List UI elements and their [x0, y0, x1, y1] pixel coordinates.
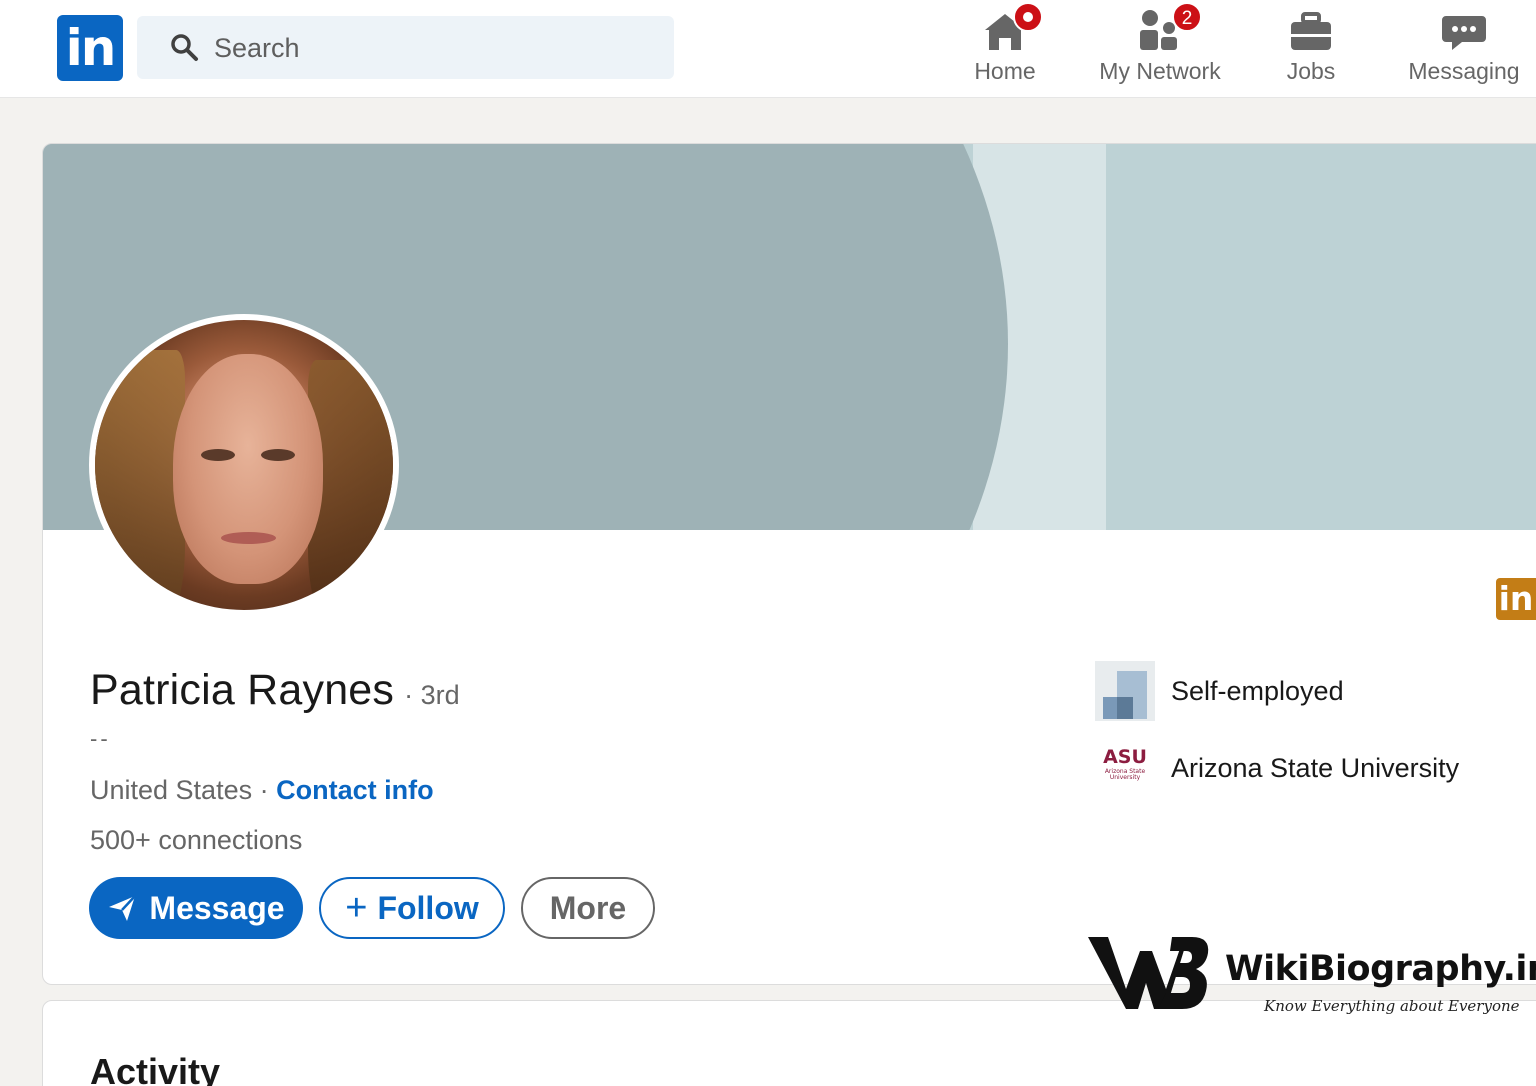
briefcase-icon: [1287, 8, 1335, 54]
contact-info-link[interactable]: Contact info: [276, 775, 433, 805]
profile-location: United States ·: [90, 775, 269, 805]
search-icon: [171, 34, 198, 61]
asu-logo-text: ASU: [1103, 746, 1147, 768]
follow-button[interactable]: + Follow: [319, 877, 505, 939]
profile-photo[interactable]: [89, 314, 399, 616]
company-name: Self-employed: [1171, 675, 1344, 706]
nav-messaging-label: Messaging: [1408, 58, 1520, 84]
nav-jobs-label: Jobs: [1286, 58, 1336, 84]
company-logo: [1095, 661, 1155, 721]
message-button-label: Message: [149, 889, 285, 926]
watermark: WikiBiography.in Know Everything about E…: [1088, 933, 1536, 1023]
photo-eye-right: [261, 449, 295, 461]
nav-messaging[interactable]: Messaging: [1405, 8, 1523, 90]
photo-eye-left: [201, 449, 235, 461]
more-button-label: More: [549, 889, 627, 926]
nav-home[interactable]: Home: [970, 2, 1043, 90]
connections-count: 500+ connections: [90, 825, 303, 855]
network-badge: 2: [1172, 2, 1202, 32]
search-bar[interactable]: Search: [137, 16, 674, 79]
watermark-brand: WikiBiography.in: [1225, 949, 1536, 989]
school-name: Arizona State University: [1171, 752, 1460, 783]
photo-mouth: [221, 532, 276, 544]
nav-my-network[interactable]: 2 My Network: [1094, 2, 1226, 90]
plus-icon: +: [345, 887, 368, 929]
home-icon: [981, 2, 1043, 54]
photo-face: [173, 354, 323, 584]
linkedin-logo[interactable]: in: [57, 15, 123, 81]
send-icon: [109, 895, 137, 921]
top-nav: in Search Home 2 My Network Jobs Messagi…: [0, 0, 1536, 98]
connection-degree: · 3rd: [404, 680, 460, 710]
photo-hair-left: [95, 350, 185, 610]
nav-jobs[interactable]: Jobs: [1280, 8, 1342, 90]
watermark-tagline: Know Everything about Everyone: [1264, 997, 1520, 1015]
watermark-logo: [1088, 937, 1209, 1009]
network-icon: 2: [1136, 2, 1202, 54]
nav-my-network-label: My Network: [1099, 58, 1221, 84]
profile-headline: --: [90, 726, 111, 751]
linkedin-side-badge[interactable]: in: [1496, 578, 1536, 620]
location-row: United States · Contact info: [90, 775, 434, 806]
profile-card: Patricia Raynes · 3rd -- United States ·…: [42, 143, 1536, 985]
message-button[interactable]: Message: [89, 877, 303, 939]
asu-logo-subtext: Arizona State University: [1104, 768, 1146, 781]
education-school[interactable]: ASU Arizona State University Arizona Sta…: [1095, 738, 1459, 798]
search-input[interactable]: Search: [214, 32, 300, 64]
follow-button-label: Follow: [377, 889, 479, 926]
asu-logo: ASU Arizona State University: [1095, 738, 1155, 798]
activity-title: Activity: [90, 1051, 221, 1086]
nav-home-label: Home: [974, 58, 1036, 84]
more-button[interactable]: More: [521, 877, 655, 939]
profile-name: Patricia Raynes: [90, 666, 395, 714]
messaging-icon: [1440, 8, 1488, 54]
current-company[interactable]: Self-employed: [1095, 661, 1344, 721]
notification-dot: [1013, 2, 1043, 32]
name-row: Patricia Raynes · 3rd: [90, 666, 460, 715]
